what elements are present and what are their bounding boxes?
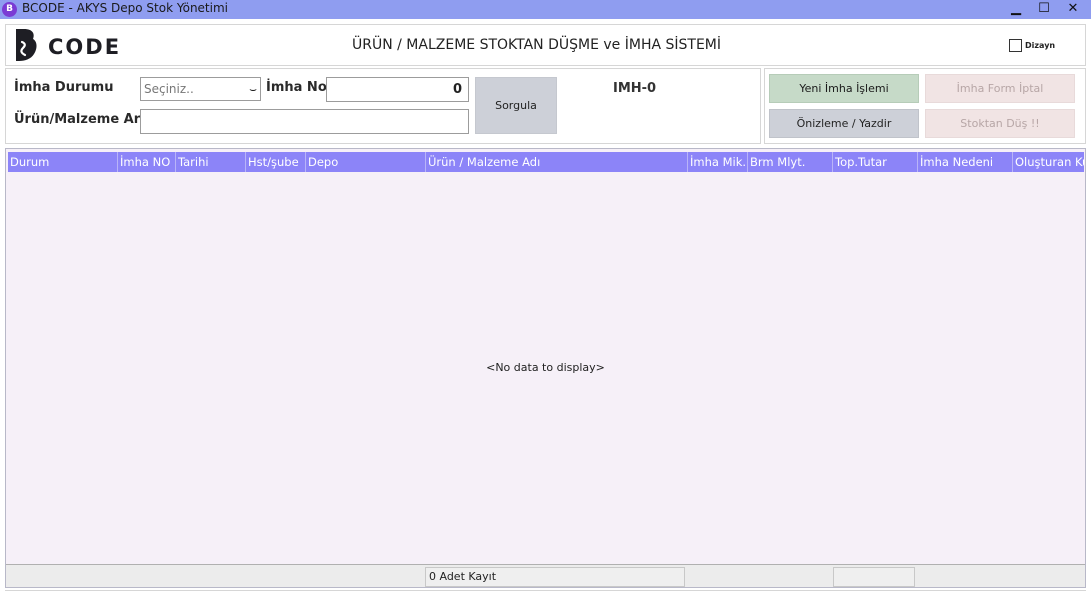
footer-summary-cell — [833, 567, 915, 587]
column-header-durum[interactable]: Durum — [8, 152, 118, 172]
column-header-brm-mlyt[interactable]: Brm Mlyt. — [748, 152, 833, 172]
column-header-imha-nedeni[interactable]: İmha Nedeni — [918, 152, 1013, 172]
record-count: 0 Adet Kayıt — [425, 567, 685, 587]
action-panel: Yeni İmha İşlemi İmha Form İptal Önizlem… — [764, 68, 1086, 144]
imha-no-input[interactable]: 0 — [326, 77, 469, 102]
query-button[interactable]: Sorgula — [475, 77, 557, 134]
page-header: CODE ÜRÜN / MALZEME STOKTAN DÜŞME ve İMH… — [5, 24, 1086, 66]
window-title: BCODE - AKYS Depo Stok Yönetimi — [22, 1, 228, 15]
imha-durumu-select[interactable]: Seçiniz.. ⌣ — [140, 77, 261, 101]
filter-panel: İmha Durumu Seçiniz.. ⌣ İmha No 0 Ürün/M… — [5, 68, 761, 144]
brand-b-icon — [16, 29, 37, 61]
checkbox-box[interactable] — [1009, 39, 1022, 52]
page-title: ÜRÜN / MALZEME STOKTAN DÜŞME ve İMHA SİS… — [352, 37, 722, 53]
search-label: Ürün/Malzeme Ara — [14, 112, 149, 127]
dizayn-label: Dizayn — [1025, 41, 1056, 50]
column-header-hst-sube[interactable]: Hst/şube — [246, 152, 306, 172]
column-header-tarihi[interactable]: Tarihi — [176, 152, 246, 172]
imha-no-label: İmha No — [266, 80, 327, 95]
app-logo-icon: B — [2, 2, 17, 17]
empty-grid-message: <No data to display> — [486, 361, 605, 374]
maximize-button[interactable]: ☐ — [1030, 0, 1058, 19]
bottom-border — [5, 590, 1086, 597]
cancel-form-button[interactable]: İmha Form İptal — [925, 74, 1075, 103]
dizayn-checkbox[interactable]: Dizayn — [1009, 38, 1055, 52]
window-titlebar: B BCODE - AKYS Depo Stok Yönetimi ▁ ☐ ✕ — [0, 0, 1091, 19]
grid-footer: 0 Adet Kayıt — [6, 564, 1085, 587]
column-header-urun-adi[interactable]: Ürün / Malzeme Adı — [426, 152, 688, 172]
new-imha-button[interactable]: Yeni İmha İşlemi — [769, 74, 919, 103]
imha-code: IMH-0 — [613, 81, 657, 96]
brand-logo-text: CODE — [48, 35, 122, 59]
imha-durumu-value: Seçiniz.. — [144, 82, 194, 96]
column-header-top-tutar[interactable]: Top.Tutar — [833, 152, 918, 172]
search-input[interactable] — [140, 109, 469, 134]
grid-header: Durum İmha NO Tarihi Hst/şube Depo Ürün … — [8, 152, 1084, 172]
column-header-imha-mik[interactable]: İmha Mik. — [688, 152, 748, 172]
column-header-depo[interactable]: Depo — [306, 152, 426, 172]
column-header-imha-no[interactable]: İmha NO — [118, 152, 176, 172]
column-header-olusturan[interactable]: Oluşturan Ku — [1013, 152, 1084, 172]
drop-from-stock-button[interactable]: Stoktan Düş !! — [925, 109, 1075, 138]
imha-durumu-label: İmha Durumu — [14, 80, 114, 95]
preview-print-button[interactable]: Önizleme / Yazdir — [769, 109, 919, 138]
close-button[interactable]: ✕ — [1059, 0, 1087, 19]
minimize-button[interactable]: ▁ — [1002, 0, 1030, 19]
data-grid[interactable]: Durum İmha NO Tarihi Hst/şube Depo Ürün … — [5, 148, 1086, 588]
chevron-down-icon[interactable]: ⌣ — [249, 78, 257, 100]
